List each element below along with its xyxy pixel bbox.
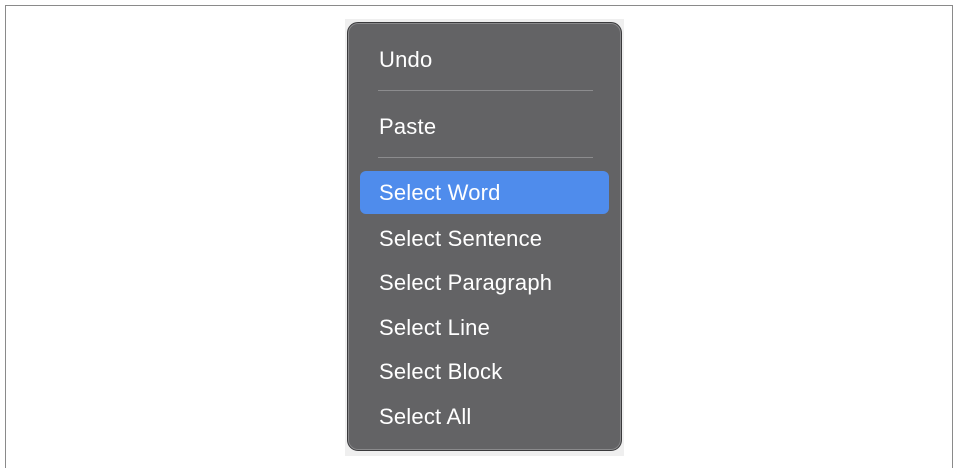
menu-item-select-word[interactable]: Select Word xyxy=(360,171,609,214)
context-menu: Undo Paste Select Word Select Sentence S… xyxy=(347,22,622,451)
menu-item-label: Select Block xyxy=(379,358,503,384)
menu-separator xyxy=(378,157,593,158)
menu-item-select-block[interactable]: Select Block xyxy=(360,350,609,393)
menu-item-paste[interactable]: Paste xyxy=(360,105,609,148)
menu-item-label: Undo xyxy=(379,46,433,72)
menu-separator xyxy=(378,90,593,91)
menu-item-select-line[interactable]: Select Line xyxy=(360,306,609,349)
menu-item-label: Paste xyxy=(379,113,437,139)
menu-item-label: Select Sentence xyxy=(379,225,543,251)
menu-item-label: Select All xyxy=(379,403,472,429)
menu-item-label: Select Line xyxy=(379,314,491,340)
menu-item-label: Select Word xyxy=(379,179,501,205)
menu-item-select-paragraph[interactable]: Select Paragraph xyxy=(360,261,609,304)
menu-item-label: Select Paragraph xyxy=(379,269,553,295)
menu-item-select-sentence[interactable]: Select Sentence xyxy=(360,217,609,260)
menu-item-undo[interactable]: Undo xyxy=(360,38,609,81)
menu-item-select-all[interactable]: Select All xyxy=(360,395,609,438)
